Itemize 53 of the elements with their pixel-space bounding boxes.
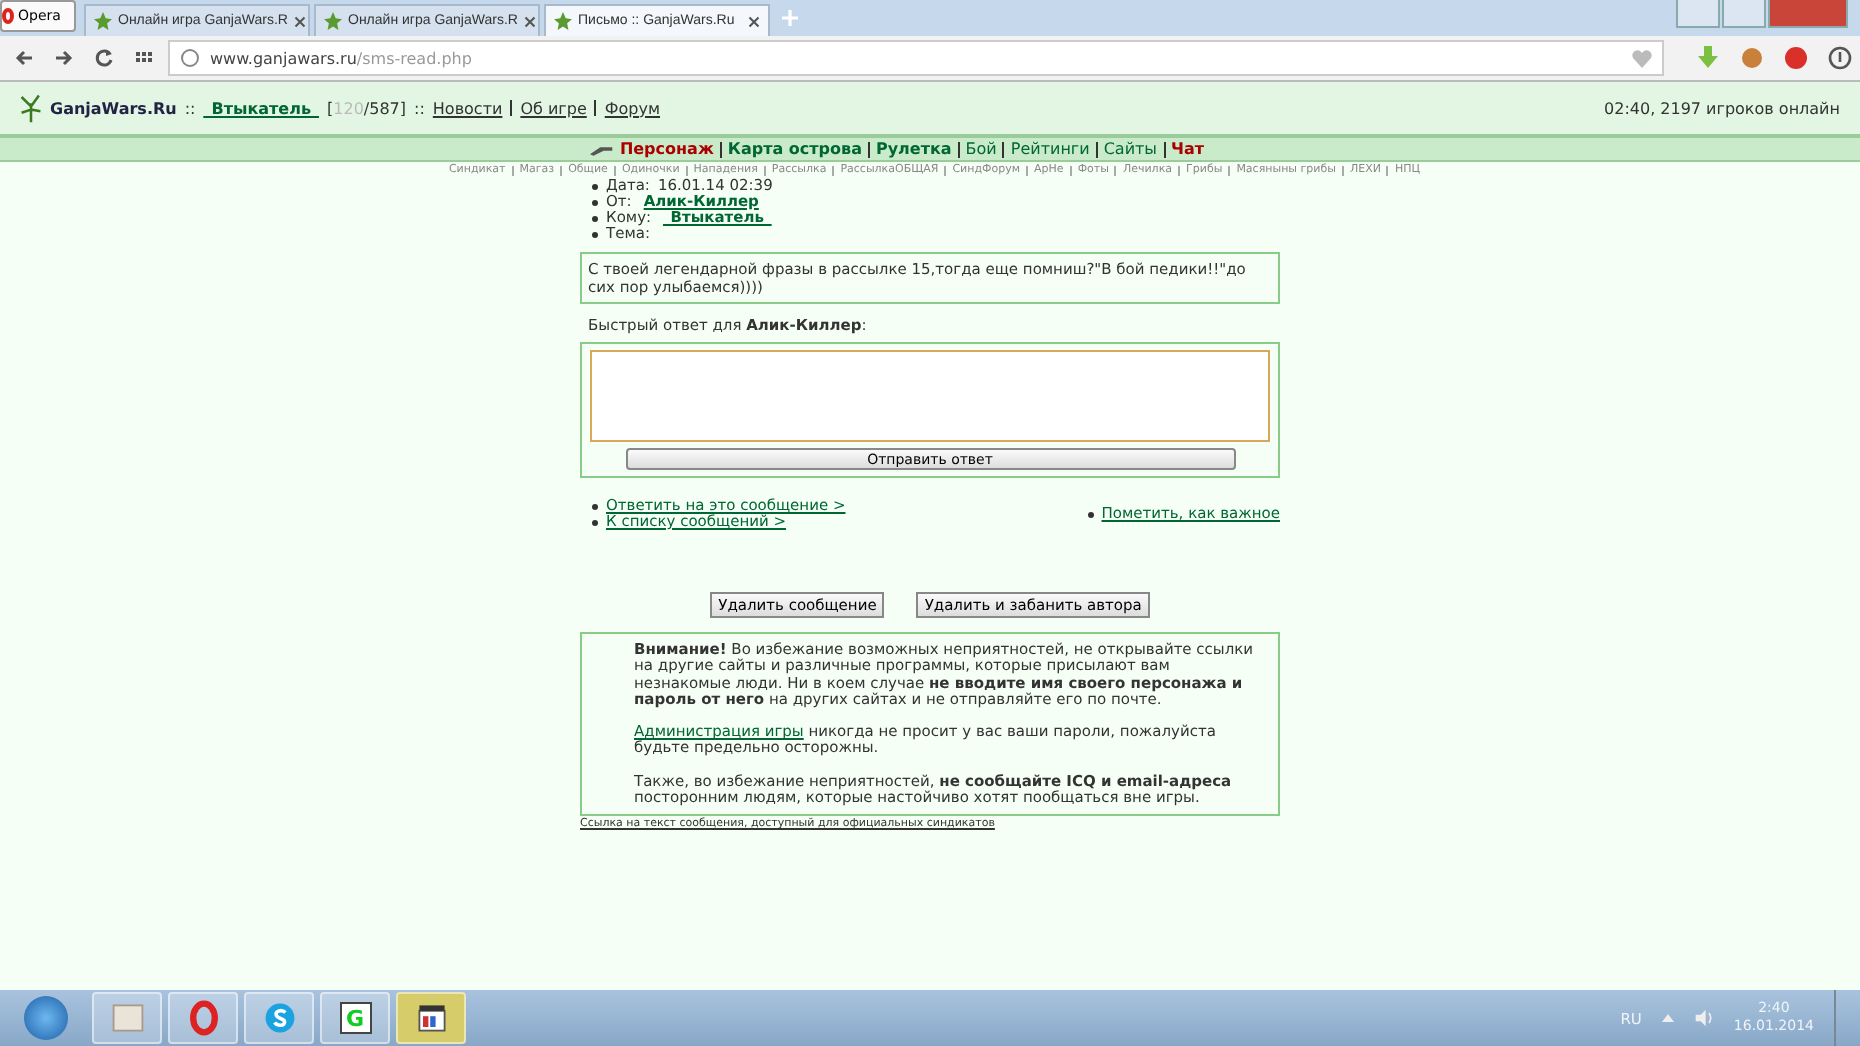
- close-icon[interactable]: [748, 15, 760, 27]
- star-icon: [554, 12, 572, 30]
- nav-link[interactable]: Сайты: [1103, 140, 1157, 158]
- media-player-icon: [413, 1000, 449, 1036]
- leaf-logo-icon: [20, 92, 42, 124]
- g-app-icon: G: [339, 1002, 371, 1034]
- nav-link[interactable]: Рулетка: [875, 140, 952, 158]
- heart-icon[interactable]: [1632, 49, 1652, 67]
- separator: ::: [414, 99, 425, 117]
- close-icon[interactable]: [293, 15, 306, 27]
- reply-field[interactable]: [590, 350, 1270, 442]
- skype-icon: [261, 1000, 297, 1036]
- maximize-button[interactable]: [1722, 0, 1766, 28]
- bullet-icon: [592, 215, 598, 221]
- header-link[interactable]: Об игре: [520, 99, 587, 117]
- star-icon: [94, 12, 112, 30]
- nav-link[interactable]: Карта острова: [727, 140, 862, 158]
- header-link[interactable]: Новости: [432, 99, 503, 117]
- bullet-icon: [592, 183, 598, 189]
- nav-link[interactable]: Персонаж: [619, 140, 714, 158]
- taskbar-item[interactable]: [396, 992, 466, 1044]
- tray-arrow-icon[interactable]: [1661, 1014, 1674, 1022]
- bullet-icon: [592, 519, 598, 525]
- back-icon[interactable]: [14, 48, 34, 68]
- reload-icon[interactable]: [94, 48, 114, 68]
- site-name: GanjaWars.Ru: [50, 99, 177, 117]
- user-link[interactable]: _Втыкатель_: [203, 99, 320, 117]
- bullet-icon: [592, 503, 598, 509]
- window-icon: [109, 1000, 145, 1036]
- online-text: 02:40, 2197 игроков онлайн: [1604, 99, 1840, 117]
- forward-icon[interactable]: [54, 48, 74, 68]
- new-tab-icon[interactable]: [782, 10, 798, 26]
- opera-icon: [185, 1000, 221, 1036]
- separator: ::: [184, 99, 196, 117]
- gun-icon: [589, 142, 614, 156]
- nav-link[interactable]: Чат: [1171, 140, 1204, 158]
- minimize-button[interactable]: [1676, 0, 1720, 28]
- url-text: www.ganjawars.ru/sms-read.php: [210, 49, 474, 67]
- globe-icon: [180, 48, 200, 68]
- bullet-icon: [592, 231, 598, 237]
- bullet-icon: [592, 199, 598, 205]
- nav-link[interactable]: Рейтинги: [1010, 140, 1090, 158]
- speaker-icon[interactable]: [1693, 1008, 1714, 1028]
- close-button[interactable]: [1768, 0, 1848, 28]
- health-text: [120/587]: [327, 99, 407, 117]
- nav-link[interactable]: Бой: [965, 140, 997, 158]
- grid-icon[interactable]: [134, 48, 154, 68]
- header-link[interactable]: Форум: [604, 99, 661, 117]
- close-icon[interactable]: [523, 15, 536, 27]
- download-arrow-icon[interactable]: [1696, 46, 1720, 70]
- address-field[interactable]: www.ganjawars.ru/sms-read.php: [168, 40, 1664, 76]
- bullet-icon: [1087, 511, 1094, 517]
- star-icon: [324, 12, 342, 30]
